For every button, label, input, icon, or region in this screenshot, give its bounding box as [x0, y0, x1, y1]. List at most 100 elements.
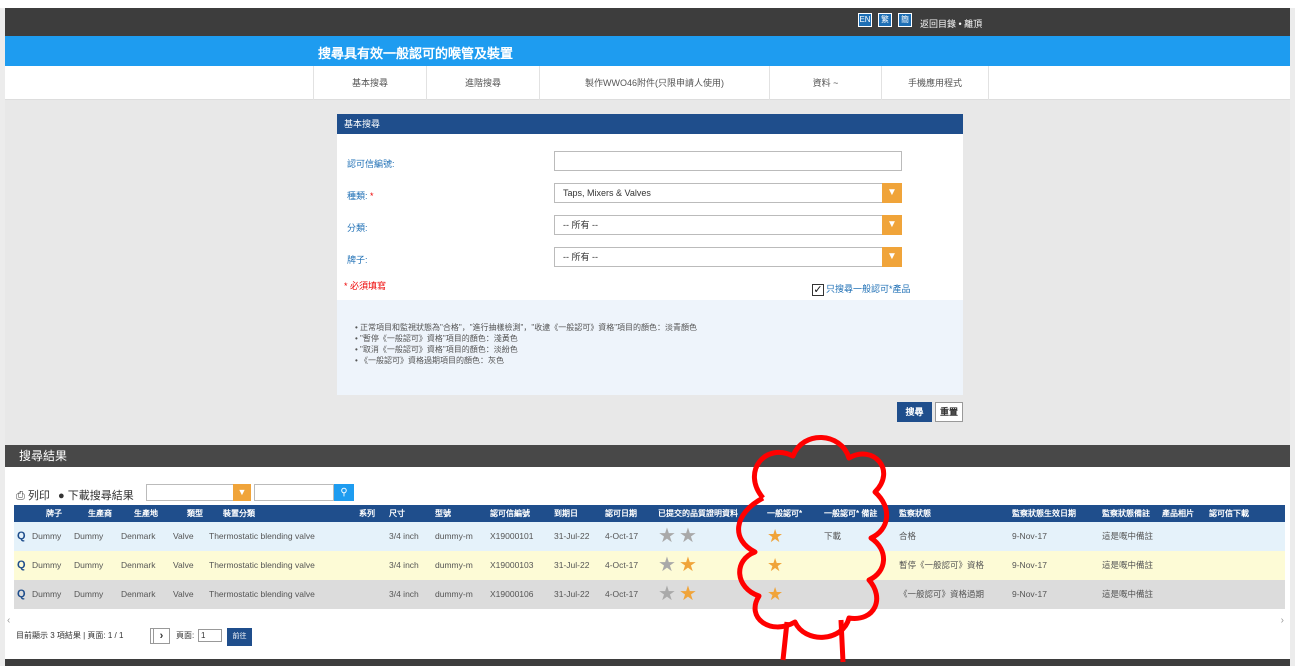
legend-note: • 《一般認可》資格過期項目的顏色：灰色 [355, 356, 505, 365]
general-approval-checkbox[interactable]: ✓ 只搜尋一般認可*產品 [812, 282, 911, 296]
scroll-right-icon[interactable]: › [1281, 615, 1284, 626]
table-row[interactable]: Q Dummy Dummy Denmark Valve Thermostatic blen… [14, 580, 1285, 609]
lang-tc-button[interactable]: 繁 [878, 13, 892, 27]
table-cell-expiry: 31-Jul-22 [554, 589, 590, 599]
column-header[interactable]: 監察狀態 [899, 505, 931, 522]
filter-input[interactable] [254, 484, 334, 501]
filter-select[interactable]: ▼ [146, 484, 251, 501]
table-cell-expiry: 31-Jul-22 [554, 531, 590, 541]
column-header[interactable]: 認可日期 [605, 505, 637, 522]
column-header[interactable]: 產品相片 [1162, 505, 1194, 522]
table-cell-status-date: 9-Nov-17 [1012, 531, 1047, 541]
search-button[interactable]: 搜尋 [897, 402, 932, 422]
legend-notes: • 正常項目和監視狀態為"合格"，"進行抽樣檢測"，"收逮《一般認可》資格"項目… [337, 300, 963, 395]
print-button[interactable]: ⎙ 列印 [16, 487, 50, 503]
column-header[interactable]: 系列 [359, 505, 375, 522]
go-page-button[interactable]: 前往 [227, 628, 252, 646]
table-cell-size: 3/4 inch [389, 589, 419, 599]
column-header[interactable]: 一般認可* [767, 505, 802, 522]
top-links[interactable]: 返回目錄 • 離頂 [920, 17, 982, 30]
nav-wwo46-attachment[interactable]: 製作WWO46附件(只限申請人使用) [539, 66, 769, 100]
table-cell-status-date: 9-Nov-17 [1012, 589, 1047, 599]
nav-advanced-search[interactable]: 進階搜尋 [426, 66, 539, 100]
lang-en-button[interactable]: EN [858, 13, 872, 27]
legend-note: • "暫停《一般認可》資格"項目的顏色：淺黃色 [355, 334, 518, 343]
column-header[interactable]: 監察狀態備註 [1102, 505, 1150, 522]
grey-star-icon: ★ [658, 583, 676, 605]
table-cell-approval: 4-Oct-17 [605, 589, 639, 599]
horizontal-scrollbar[interactable]: ‹ › [5, 615, 1290, 627]
chevron-right-icon: › [159, 630, 164, 642]
table-cell-status: 《一般認可》資格過期 [899, 589, 985, 599]
table-cell-origin: Denmark [121, 589, 156, 599]
chevron-down-icon: ▼ [882, 247, 902, 267]
table-cell-approval: 4-Oct-17 [605, 531, 639, 541]
view-details-icon[interactable]: Q [17, 580, 26, 609]
column-header[interactable]: 一般認可* 備註 [824, 505, 877, 522]
table-cell-type: Valve [173, 560, 194, 570]
column-header[interactable]: 認可信編號 [490, 505, 530, 522]
table-cell-model: dummy-m [435, 560, 473, 570]
next-page-button[interactable]: › [153, 628, 170, 644]
column-header[interactable]: 生產地 [134, 505, 158, 522]
table-row[interactable]: Q Dummy Dummy Denmark Valve Thermostatic blen… [14, 551, 1285, 580]
column-header[interactable]: 牌子 [46, 505, 62, 522]
column-header[interactable]: 到期日 [554, 505, 578, 522]
required-note: * 必須填寫 [344, 281, 387, 291]
download-results-button[interactable]: ● 下載搜尋結果 [58, 487, 134, 503]
table-cell-status-remark: 這是嘅中備註 [1102, 531, 1154, 541]
table-cell-origin: Denmark [121, 531, 156, 541]
general-approval-star-icon: ★ [767, 526, 784, 546]
table-cell-type: Valve [173, 531, 194, 541]
column-header[interactable]: 已提交的品質證明資料 [658, 505, 738, 522]
category-select[interactable]: Taps, Mixers & Valves ▼ [554, 183, 902, 203]
brand-label: 牌子: [347, 255, 368, 265]
column-header[interactable]: 尺寸 [389, 505, 405, 522]
column-header[interactable]: 監察狀態生效日期 [1012, 505, 1076, 522]
column-header[interactable]: 類型 [187, 505, 203, 522]
table-cell-expiry: 31-Jul-22 [554, 560, 590, 570]
download-icon: ● [58, 490, 65, 502]
table-cell-size: 3/4 inch [389, 560, 419, 570]
orange-star-icon: ★ [679, 554, 697, 576]
view-details-icon[interactable]: Q [17, 522, 26, 551]
table-cell-status-remark: 這是嘅中備註 [1102, 560, 1154, 570]
lang-sc-button[interactable]: 簡 [898, 13, 912, 27]
nav-mobile-app[interactable]: 手機應用程式 [881, 66, 989, 100]
top-bar: EN 繁 簡 返回目錄 • 離頂 [5, 8, 1290, 36]
page-number-input[interactable]: 1 [198, 629, 222, 642]
column-header[interactable]: 認可信下載 [1209, 505, 1249, 522]
table-row[interactable]: Q Dummy Dummy Denmark Valve Thermostatic blen… [14, 522, 1285, 551]
search-panel-title: 基本搜尋 [337, 114, 963, 134]
view-details-icon[interactable]: Q [17, 551, 26, 580]
table-cell-maker: Dummy [74, 589, 104, 599]
brand-select[interactable]: -- 所有 -- ▼ [554, 247, 902, 267]
table-cell-status-remark: 這是嘅中備註 [1102, 589, 1154, 599]
chevron-down-icon: ▼ [233, 484, 251, 501]
results-title: 搜尋結果 [5, 445, 1290, 467]
table-cell-size: 3/4 inch [389, 531, 419, 541]
table-cell-brand: Dummy [32, 531, 62, 541]
orange-star-icon: ★ [679, 583, 697, 605]
column-header[interactable]: 生產商 [88, 505, 112, 522]
table-cell-ga-remark[interactable]: 下載 [824, 522, 841, 551]
table-cell-category: Thermostatic blending valve [209, 589, 315, 599]
table-cell-cert-no: X19000103 [490, 560, 534, 570]
page-title: 搜尋具有效一般認可的喉管及裝置 [318, 46, 514, 61]
reset-button[interactable]: 重置 [935, 402, 963, 422]
scroll-left-icon[interactable]: ‹ [7, 615, 10, 626]
table-cell-maker: Dummy [74, 560, 104, 570]
column-header[interactable]: 型號 [435, 505, 451, 522]
nav-info-menu[interactable]: 資料 ~ [769, 66, 881, 100]
nav-basic-search[interactable]: 基本搜尋 [313, 66, 426, 100]
checkbox-checked-icon[interactable]: ✓ [812, 283, 824, 296]
page-label: 頁面: [176, 631, 195, 640]
filter-search-button[interactable]: ⚲ [334, 484, 354, 501]
subcategory-select[interactable]: -- 所有 -- ▼ [554, 215, 902, 235]
legend-note: • 正常項目和監視狀態為"合格"，"進行抽樣檢測"，"收逮《一般認可》資格"項目… [355, 323, 698, 332]
cert-no-input[interactable] [554, 151, 902, 171]
column-header[interactable]: 裝置分類 [223, 505, 255, 522]
results-table-header: 牌子 生產商 生產地 類型 裝置分類 系列 尺寸 型號 認可信編號 到期日 認可… [14, 505, 1285, 522]
general-approval-star-icon: ★ [767, 555, 784, 575]
header-bar: 搜尋具有效一般認可的喉管及裝置 [5, 36, 1290, 66]
